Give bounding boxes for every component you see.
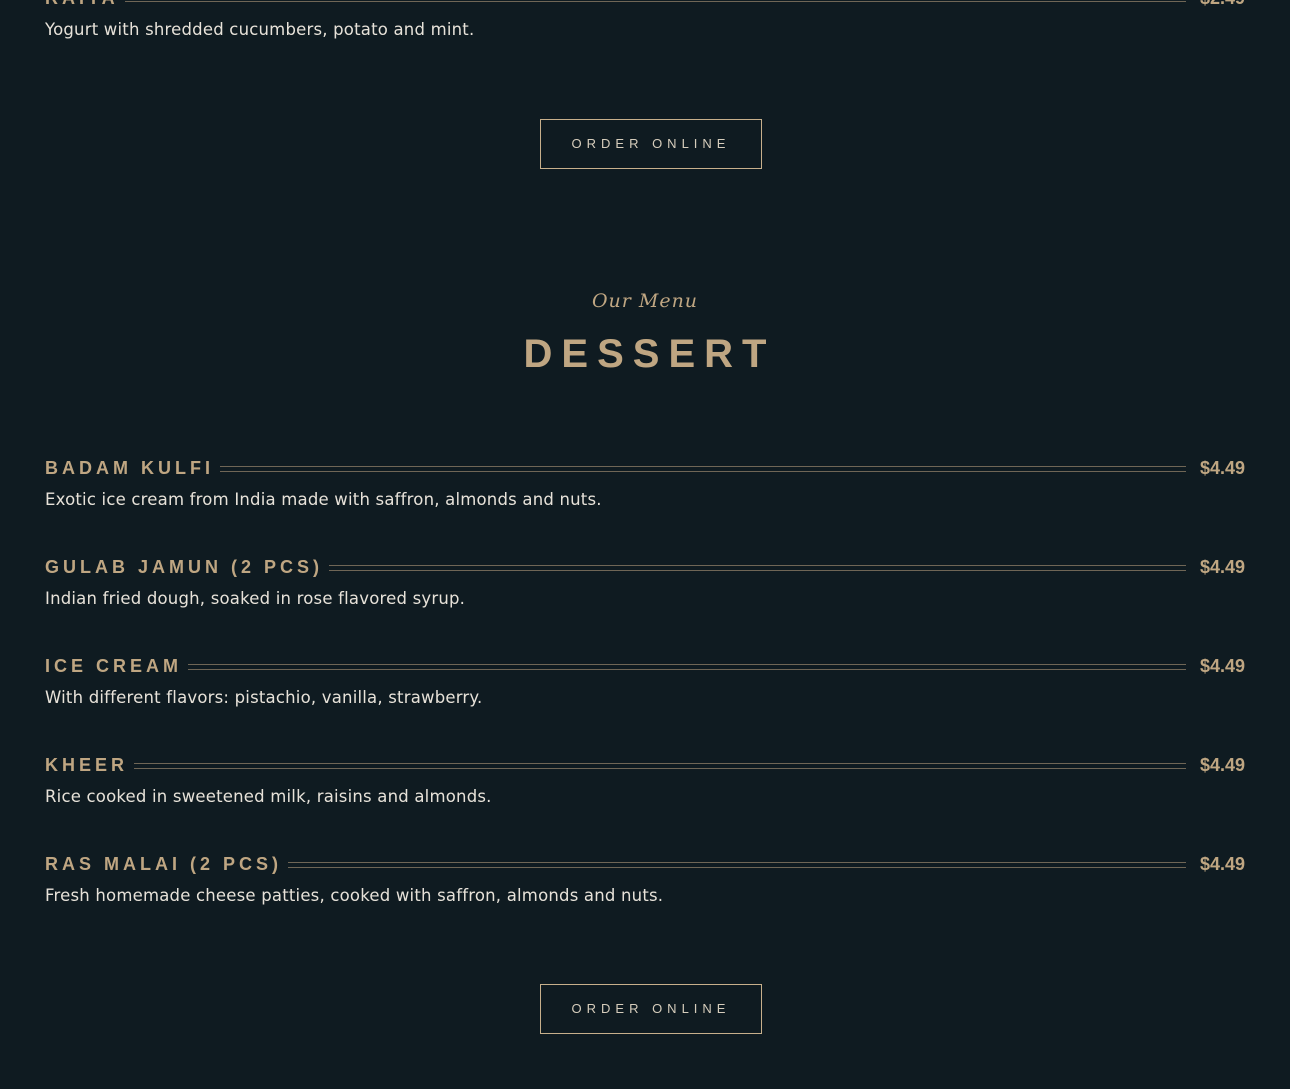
menu-item-leader-line <box>124 0 1186 2</box>
menu-item-name: BADAM KULFI <box>45 457 214 478</box>
menu-item-header: ICE CREAM $4.49 <box>45 654 1245 678</box>
menu-item-price: $4.49 <box>1199 655 1245 676</box>
menu-item-raita: RAITA $2.49 Yogurt with shredded cucumbe… <box>45 0 1245 39</box>
menu-item-name: RAITA <box>45 0 119 9</box>
order-online-button[interactable]: ORDER ONLINE <box>540 119 762 169</box>
menu-item-price: $4.49 <box>1199 457 1245 478</box>
menu-item-ras-malai: RAS MALAI (2 PCS) $4.49 Fresh homemade c… <box>45 852 1245 906</box>
menu-item-description: Exotic ice cream from India made with sa… <box>45 490 602 509</box>
menu-item-name: RAS MALAI (2 PCS) <box>45 853 283 874</box>
menu-item-kheer: KHEER $4.49 Rice cooked in sweetened mil… <box>45 753 1245 807</box>
menu-item-leader-line <box>329 565 1186 571</box>
menu-item-header: KHEER $4.49 <box>45 753 1245 777</box>
menu-item-name: KHEER <box>45 754 129 775</box>
menu-item-description: Indian fried dough, soaked in rose flavo… <box>45 589 466 608</box>
menu-item-description: Rice cooked in sweetened milk, raisins a… <box>45 787 492 806</box>
menu-item-leader-line <box>134 763 1186 769</box>
menu-item-gulab-jamun: GULAB JAMUN (2 PCS) $4.49 Indian fried d… <box>45 555 1245 609</box>
menu-item-description: Yogurt with shredded cucumbers, potato a… <box>45 20 475 39</box>
order-online-button[interactable]: ORDER ONLINE <box>540 984 762 1034</box>
menu-item-ice-cream: ICE CREAM $4.49 With different flavors: … <box>45 654 1245 708</box>
menu-item-leader-line <box>188 664 1186 670</box>
section-title: DESSERT <box>523 332 776 376</box>
menu-item-leader-line <box>219 466 1186 472</box>
section-kicker: Our Menu <box>591 290 699 312</box>
menu-item-price: $2.49 <box>1200 0 1245 9</box>
menu-item-badam-kulfi: BADAM KULFI $4.49 Exotic ice cream from … <box>45 456 1245 510</box>
menu-item-price: $4.49 <box>1199 556 1245 577</box>
menu-item-description: With different flavors: pistachio, vanil… <box>45 688 483 707</box>
menu-item-name: ICE CREAM <box>45 655 183 676</box>
menu-item-leader-line <box>288 862 1186 868</box>
menu-item-price: $4.49 <box>1199 754 1245 775</box>
menu-item-header: BADAM KULFI $4.49 <box>45 456 1245 480</box>
menu-item-description: Fresh homemade cheese patties, cooked wi… <box>45 886 664 905</box>
menu-item-name: GULAB JAMUN (2 PCS) <box>45 556 324 577</box>
menu-item-header: RAITA $2.49 <box>45 0 1245 10</box>
menu-item-header: RAS MALAI (2 PCS) $4.49 <box>45 852 1245 876</box>
menu-item-price: $4.49 <box>1199 853 1245 874</box>
menu-item-header: GULAB JAMUN (2 PCS) $4.49 <box>45 555 1245 579</box>
